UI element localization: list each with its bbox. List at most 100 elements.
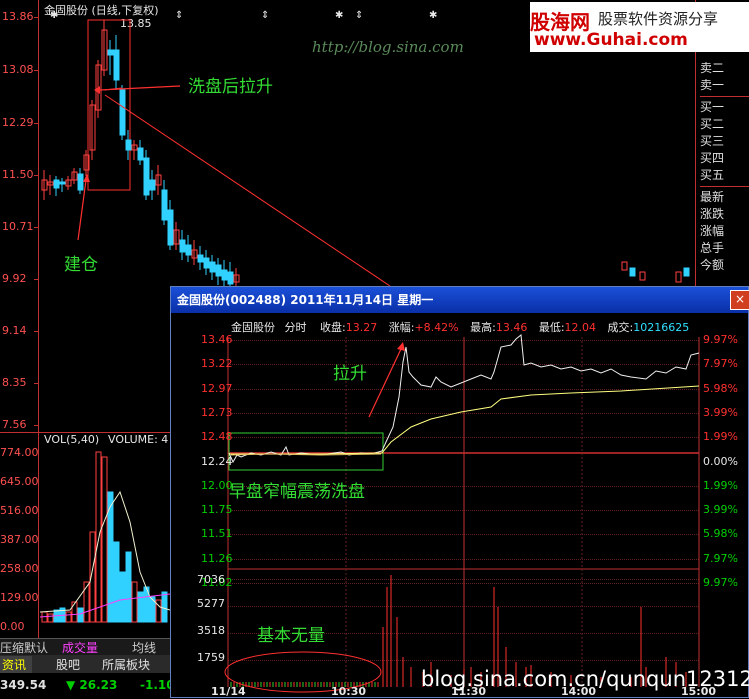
vol-label: 5277 [197,597,225,610]
volume-bar [161,591,168,623]
banner-url: www.Guhai.com [534,30,688,50]
tab-forum[interactable]: 股吧 [56,656,80,673]
banner-tagline: 股票软件资源分享 [598,10,719,28]
volume-bar [131,581,138,623]
volume-bars [39,451,170,623]
candle-body [167,209,174,246]
pct-label: 7.97% [703,551,738,565]
volume-bar [137,591,144,623]
candle-body [113,49,120,81]
quote-left: 349.54 [0,678,47,692]
annotation-shake: 早盘窄幅震荡洗盘 [229,482,365,502]
candle-body [149,179,156,191]
annotation-rise: 拉升 [333,364,367,384]
candle-body [639,271,646,281]
tab-volume[interactable]: 成交量 [62,639,98,656]
price-label: 12.97 [201,381,233,395]
price-label: 12.24 [201,454,233,468]
volume-bar [119,571,126,623]
side-total: 总手 [700,241,725,255]
candle-body [197,254,204,263]
time-label: 11/14 [211,685,246,698]
quote-change: ▼ 26.23 [66,678,118,692]
candle-body [221,269,228,281]
volume-bar [125,551,132,623]
candle-body [107,49,114,56]
price-label: 13.22 [201,357,233,371]
candle-body [125,139,132,151]
pct-label: 5.98% [703,527,738,541]
time-label: 10:30 [331,685,367,698]
pct-label: 9.97% [703,333,738,346]
candle-body [77,173,84,191]
candle-body [629,267,636,277]
volume-bar [101,456,108,623]
candle-body [215,264,222,277]
candle-body [683,267,690,277]
pct-label: 1.99% [703,478,738,492]
candle-body [179,239,186,253]
pct-label: 1.99% [703,430,738,444]
arrow-rise [368,348,402,418]
tab-news[interactable]: 资讯 [0,656,33,673]
volume-bar [113,541,120,623]
price-label: 12.48 [201,430,233,444]
candle-body [53,179,60,189]
tab-default[interactable]: 压缩默认 [0,639,48,656]
side-buy2: 买二 [700,117,725,131]
volume-bar [65,611,72,623]
candle-body [675,271,682,283]
volume-bar [83,581,90,623]
volume-panel: VOL(5,40) VOLUME: 4 774.00 645.00 516.00 38… [0,432,170,640]
pct-label: 9.97% [703,576,738,589]
annotation-no-volume: 基本无量 [257,626,325,646]
side-sell2: 卖二 [700,61,725,75]
annotation-wash-up: 洗盘后拉升 [188,77,273,97]
candle-body [203,257,210,269]
bottom-tabs: 压缩默认 成交量 均线 资讯 股吧 所属板块 349.54 ▼ 26.23 -1… [0,638,175,698]
shake-box [228,432,384,471]
price-label: 11.51 [201,527,233,541]
side-amount: 今额 [700,258,725,272]
candle-body [209,261,216,273]
intraday-popup[interactable]: 金固股份(002488) 2011年11月14日 星期一 × 金固股份 分时 收… [170,286,749,698]
tab-ma[interactable]: 均线 [132,639,156,656]
pct-label: 5.98% [703,381,738,395]
vol-ma-line [39,490,170,613]
side-buy3: 买三 [700,134,725,148]
candle-body [227,271,234,285]
side-change: 涨跌 [700,207,725,221]
candle-body [59,181,66,185]
side-buy1: 买一 [700,100,725,114]
candle-body [161,189,168,221]
side-buy5: 买五 [700,168,725,182]
price-label: 11.75 [201,503,233,517]
vol-label: 3518 [197,624,225,637]
blog-url-watermark: blog.sina.com.cn/qunqun123123 [421,667,749,691]
candle-body [185,244,192,256]
pct-label: 7.97% [703,357,738,371]
side-buy4: 买四 [700,151,725,165]
tab-sector[interactable]: 所属板块 [102,656,150,673]
annotation-build: 建仓 [64,255,98,275]
price-label: 12.00 [201,478,233,492]
volume-bar [77,607,84,623]
pct-label: 0.00% [703,454,738,468]
price-label: 12.73 [201,405,233,419]
guhai-banner: 股海网 股票软件资源分享 www.Guhai.com [530,2,749,52]
vol-label: 1759 [197,651,225,664]
quote-side-panel: 卖二 卖一 买一 买二 买三 买四 买五 最新 涨跌 涨幅 总手 今额 [700,60,749,274]
pct-label: 3.99% [703,405,738,419]
side-latest: 最新 [700,190,725,204]
volume-bar [71,601,78,623]
candle-body [621,261,628,271]
pct-label: 3.99% [703,503,738,517]
price-label: 11.26 [201,551,233,565]
side-sell1: 卖一 [700,78,725,92]
price-label: 13.46 [201,333,233,346]
volume-bar [47,613,54,623]
candle-body [119,89,126,136]
candle-body [143,157,150,196]
side-change-pct: 涨幅 [700,224,725,238]
vol-label: 7036 [197,573,225,586]
